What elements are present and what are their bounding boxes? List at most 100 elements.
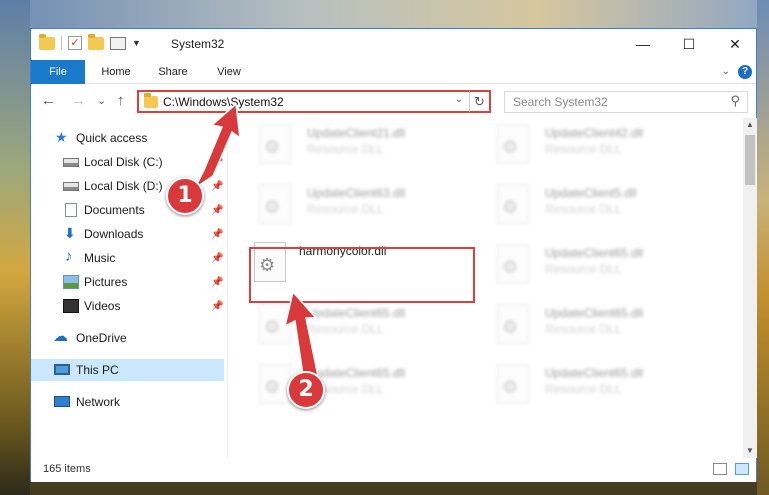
sidebar-item-label: Documents: [84, 203, 145, 217]
file-item[interactable]: UpdateClient5.dll Resource DLL: [487, 178, 717, 232]
onedrive-icon: ☁: [53, 328, 68, 345]
search-icon[interactable]: ⚲: [730, 93, 740, 109]
toolbar-divider: [61, 36, 62, 50]
tab-view[interactable]: View: [207, 60, 251, 84]
customize-icon[interactable]: [110, 36, 126, 50]
sidebar-item-label: Local Disk (D:): [84, 179, 163, 193]
pin-icon: 📌: [211, 180, 224, 192]
navigation-pane: ★ Quick access Local Disk (C:) 📌 Local D…: [31, 118, 227, 458]
tab-file[interactable]: File: [31, 60, 85, 84]
drive-icon: [63, 182, 79, 191]
sidebar-item-music[interactable]: ♪ Music 📌: [31, 247, 224, 269]
quick-access-toolbar: ✓ ▼: [39, 33, 141, 50]
sidebar-item-this-pc[interactable]: This PC: [31, 359, 224, 381]
file-item[interactable]: UpdateClient65.dll Resource DLL: [487, 298, 717, 352]
minimize-button[interactable]: —: [620, 29, 666, 60]
file-explorer-window: ✓ ▼ System32 — ☐ ✕ File Home Share View …: [30, 28, 757, 482]
file-item[interactable]: UpdateClient65.dll Resource DLL: [487, 238, 717, 292]
large-icons-view-icon[interactable]: [735, 463, 749, 475]
new-folder-icon[interactable]: [88, 33, 104, 50]
item-count: 165 items: [43, 463, 91, 475]
sidebar-item-label: Network: [76, 395, 121, 409]
ribbon-expand-icon[interactable]: ⌄: [722, 66, 730, 77]
window-title: System32: [171, 37, 225, 51]
up-button[interactable]: ↑: [117, 92, 125, 110]
back-button[interactable]: ←: [41, 92, 56, 110]
pin-icon: 📌: [211, 300, 224, 312]
drive-icon: [63, 158, 79, 167]
folder-icon: [144, 93, 158, 108]
tab-home[interactable]: Home: [93, 60, 139, 84]
sidebar-item-label: Local Disk (C:): [84, 155, 163, 169]
address-path[interactable]: C:\Windows\System32: [163, 95, 284, 109]
sidebar-item-downloads[interactable]: ⬇ Downloads 📌: [31, 223, 224, 245]
file-item[interactable]: UpdateClient65.dll Resource DLL: [249, 298, 479, 352]
maximize-button[interactable]: ☐: [666, 29, 712, 60]
forward-button[interactable]: →: [71, 92, 86, 110]
file-type: Resource DLL: [307, 322, 384, 336]
file-item[interactable]: UpdateClient21.dll Resource DLL: [249, 118, 479, 172]
search-input[interactable]: Search System32: [513, 95, 608, 109]
sidebar-item-quick-access[interactable]: ★ Quick access: [31, 127, 224, 149]
properties-check-icon[interactable]: ✓: [68, 36, 82, 50]
recent-locations-button[interactable]: ⌄: [97, 92, 106, 110]
dll-file-icon: [497, 244, 529, 284]
download-icon: ⬇: [64, 225, 76, 241]
network-icon: [54, 396, 70, 407]
sidebar-item-label: Music: [84, 251, 116, 265]
title-bar: ✓ ▼ System32 — ☐ ✕: [31, 29, 756, 60]
sidebar-item-label: Pictures: [84, 275, 128, 289]
tab-share[interactable]: Share: [149, 60, 197, 84]
file-type: Resource DLL: [545, 262, 622, 276]
star-icon: ★: [55, 129, 68, 145]
address-dropdown-icon[interactable]: ⌄: [455, 94, 463, 105]
folder-icon: [39, 33, 55, 50]
dll-file-icon: [259, 304, 291, 344]
scroll-up-icon[interactable]: ▲: [743, 118, 757, 132]
scroll-down-icon[interactable]: ▼: [743, 444, 757, 458]
pictures-icon: [63, 275, 79, 289]
desktop-wallpaper-left: [0, 0, 30, 495]
file-name: UpdateClient65.dll: [307, 306, 406, 320]
scroll-thumb[interactable]: [745, 135, 755, 185]
close-button[interactable]: ✕: [712, 29, 758, 60]
file-name: UpdateClient21.dll: [307, 126, 406, 140]
pin-icon: 📌: [211, 156, 224, 168]
status-bar: 165 items: [31, 458, 756, 482]
file-item[interactable]: UpdateClient65.dll Resource DLL: [249, 358, 479, 412]
navigation-bar: ← → ⌄ ↑ C:\Windows\System32 ⌄ ↻ Search S…: [31, 84, 756, 118]
file-type: Resource DLL: [545, 322, 622, 336]
file-name: UpdateClient65.dll: [545, 366, 644, 380]
file-item[interactable]: UpdateClient63.dll Resource DLL: [249, 178, 479, 232]
document-icon: [65, 203, 77, 217]
file-type: Resource DLL: [545, 142, 622, 156]
address-bar[interactable]: C:\Windows\System32 ⌄: [137, 90, 491, 113]
sidebar-item-pictures[interactable]: Pictures 📌: [31, 271, 224, 293]
music-icon: ♪: [65, 248, 73, 265]
sidebar-item-label: Quick access: [76, 131, 148, 145]
dll-file-icon: [259, 184, 291, 224]
sidebar-item-onedrive[interactable]: ☁ OneDrive: [31, 327, 224, 349]
sidebar-item-label: This PC: [76, 363, 119, 377]
pane-divider[interactable]: [227, 118, 228, 458]
details-view-icon[interactable]: [713, 463, 727, 475]
search-box[interactable]: Search System32 ⚲: [504, 91, 748, 113]
dll-file-icon: [259, 124, 291, 164]
sidebar-item-videos[interactable]: Videos 📌: [31, 295, 224, 317]
pin-icon: 📌: [211, 204, 224, 216]
refresh-button[interactable]: ↻: [469, 90, 491, 113]
dll-file-icon: [259, 364, 291, 404]
file-type: Resource DLL: [545, 382, 622, 396]
file-name: UpdateClient65.dll: [545, 306, 644, 320]
sidebar-item-local-disk-c[interactable]: Local Disk (C:) 📌: [31, 151, 224, 173]
help-icon[interactable]: ?: [738, 65, 752, 79]
file-item[interactable]: UpdateClient65.dll Resource DLL: [487, 358, 717, 412]
file-type: Resource DLL: [545, 202, 622, 216]
dll-file-icon: [497, 364, 529, 404]
chevron-down-icon[interactable]: ▼: [132, 38, 141, 48]
step-2-badge: 2: [287, 371, 325, 409]
file-item[interactable]: UpdateClient42.dll Resource DLL: [487, 118, 717, 172]
vertical-scrollbar[interactable]: ▲ ▼: [743, 118, 757, 458]
sidebar-item-label: OneDrive: [76, 331, 127, 345]
sidebar-item-network[interactable]: Network: [31, 391, 224, 413]
